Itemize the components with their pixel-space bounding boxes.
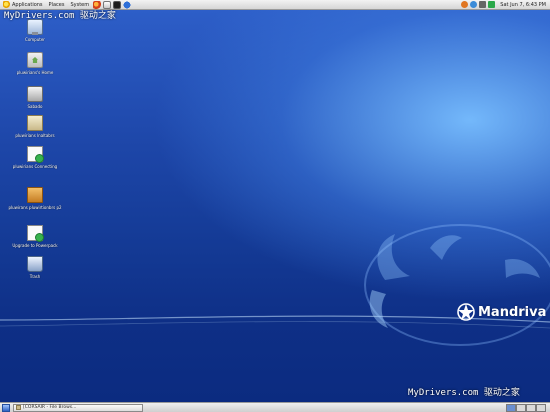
drive-icon bbox=[27, 86, 43, 102]
folder-icon bbox=[16, 405, 21, 410]
clock[interactable]: Sat Jun 7, 6:43 PM bbox=[496, 2, 550, 8]
computer-icon bbox=[27, 19, 43, 35]
folder-icon bbox=[27, 115, 43, 131]
wallpaper-swirl bbox=[0, 224, 550, 346]
desktop-icon-home[interactable]: pluwirians's Home bbox=[5, 52, 65, 75]
workspace-1[interactable] bbox=[506, 403, 516, 412]
applications-menu-label: Applications bbox=[12, 1, 43, 8]
desktop-icon-label: Computer bbox=[25, 37, 45, 42]
taskbar-item-file-browser[interactable]: [CORSAIR - File Brows... bbox=[13, 403, 143, 412]
volume-icon[interactable] bbox=[479, 1, 487, 8]
bottom-panel: [CORSAIR - File Brows... bbox=[0, 402, 550, 412]
desktop-icon-upgrade[interactable]: Upgrade to Powerpack bbox=[5, 225, 65, 248]
desktop-icon-label: Trash bbox=[29, 274, 41, 279]
desktop-icon-document[interactable]: pluwirians Connecting bbox=[5, 146, 65, 169]
mandriva-star-icon bbox=[457, 303, 475, 321]
system-menu-label: System bbox=[70, 1, 90, 8]
trash-icon bbox=[27, 256, 43, 272]
desktop-icon-label: pluwirians lnaltabrs bbox=[15, 133, 55, 138]
mandriva-logo: Mandriva bbox=[456, 302, 546, 322]
desktop-icon-label: Sabado bbox=[27, 104, 43, 109]
document-icon bbox=[27, 146, 44, 163]
workspace-2[interactable] bbox=[516, 403, 526, 412]
places-menu-label: Places bbox=[48, 1, 65, 8]
show-desktop-icon[interactable] bbox=[2, 403, 10, 412]
help-icon[interactable] bbox=[123, 0, 132, 9]
network-icon[interactable] bbox=[470, 1, 478, 8]
desktop-icon-folder[interactable]: pluwirians lnaltabrs bbox=[5, 113, 65, 138]
desktop-icon-drive[interactable]: Sabado bbox=[5, 82, 65, 109]
package-icon bbox=[27, 187, 43, 203]
desktop-icon-trash[interactable]: Trash bbox=[5, 256, 65, 279]
desktop-icon-label: pluwirans pluwirtionbrs p2 bbox=[8, 205, 62, 210]
home-folder-icon bbox=[27, 52, 43, 68]
workspace-3[interactable] bbox=[526, 403, 536, 412]
desktop-icon-computer[interactable]: Computer bbox=[5, 18, 65, 42]
update-notifier-icon[interactable] bbox=[461, 1, 469, 8]
desktop-icon-label: pluwirians's Home bbox=[16, 70, 54, 75]
watermark-bottom: MyDrivers.com 驱动之家 bbox=[408, 388, 520, 398]
desktop[interactable]: Computer pluwirians's Home Sabado pluwir… bbox=[0, 10, 550, 402]
desktop-icon-label: Upgrade to Powerpack bbox=[12, 243, 58, 248]
taskbar-item-label: [CORSAIR - File Brows... bbox=[23, 405, 77, 410]
system-tray: Sat Jun 7, 6:43 PM bbox=[460, 0, 550, 10]
battery-icon[interactable] bbox=[488, 1, 496, 8]
desktop-icon-label: pluwirians Connecting bbox=[12, 164, 58, 169]
workspace-switcher bbox=[506, 403, 546, 412]
upgrade-icon bbox=[27, 225, 44, 242]
star-icon bbox=[3, 1, 10, 8]
workspace-4[interactable] bbox=[536, 403, 546, 412]
logo-text: Mandriva bbox=[478, 304, 547, 320]
desktop-icon-package[interactable]: pluwirans pluwirtionbrs p2 bbox=[5, 185, 65, 210]
watermark-top: MyDrivers.com 驱动之家 bbox=[4, 11, 116, 21]
